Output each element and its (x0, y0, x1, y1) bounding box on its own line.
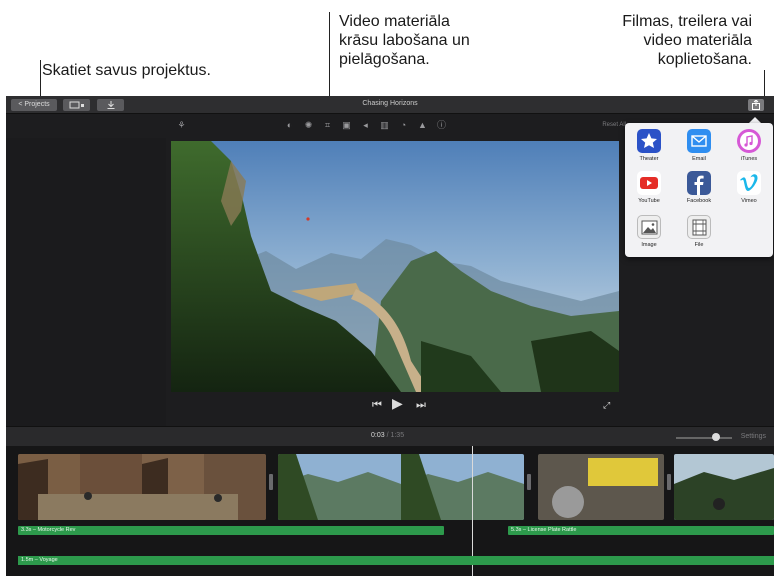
info-icon[interactable]: ⓘ (436, 120, 447, 131)
share-youtube[interactable]: YouTube (629, 171, 669, 204)
playback-controls: ⏮ ▶ ⏭ ⤢ (6, 394, 774, 416)
play-icon[interactable]: ▶ (392, 396, 403, 410)
audio-clip-bar[interactable]: 3.3s – Motorcycle Rev (18, 526, 444, 535)
share-label: Vimeo (741, 198, 757, 204)
file-icon (687, 215, 711, 239)
callout-share: Filmas, treilera vai video materiāla kop… (552, 12, 752, 69)
equalizer-icon[interactable]: ▥ (379, 120, 390, 131)
zoom-slider-knob[interactable] (712, 433, 720, 441)
share-popover: Theater Email iTunes YouTube Facebook Vi… (625, 123, 773, 257)
timecode: 0:03 / 1:35 (371, 432, 404, 439)
callout-projects-line (40, 60, 41, 97)
callout-share-line-3: koplietošana. (657, 51, 752, 68)
speed-icon[interactable]: ◔ (398, 120, 409, 131)
youtube-icon (637, 171, 661, 195)
callout-adjust-line-1: Video materiāla (339, 13, 450, 30)
image-icon (637, 215, 661, 239)
skip-back-icon[interactable]: ⏮ (372, 398, 382, 412)
clip-thumbnail (674, 454, 774, 520)
callout-projects: Skatiet savus projektus. (42, 61, 211, 80)
share-label: YouTube (638, 198, 660, 204)
settings-button[interactable]: Settings (741, 433, 766, 440)
share-file[interactable]: File (679, 215, 719, 248)
clip-trim-handle[interactable] (527, 474, 531, 490)
timeline[interactable]: 3.3s – Motorcycle Rev 5.3s – License Pla… (6, 446, 774, 576)
itunes-icon (737, 129, 761, 153)
share-email[interactable]: Email (679, 129, 719, 162)
share-label: Email (692, 156, 706, 162)
color-correction-icon[interactable]: ✺ (303, 120, 314, 131)
imovie-window: < Projects Chasing Horizons ⚘ ◐ ✺ ⌗ ▣ ◂ … (6, 96, 774, 576)
timeline-clip[interactable] (674, 454, 774, 520)
color-balance-icon[interactable]: ◐ (284, 120, 295, 131)
timeline-clip[interactable] (18, 454, 266, 520)
clip-trim-handle[interactable] (269, 474, 273, 490)
clip-thumbnail (18, 454, 266, 520)
share-label: iTunes (740, 156, 758, 162)
fullscreen-icon[interactable]: ⤢ (603, 398, 610, 412)
reset-all-button[interactable]: Reset All (602, 122, 626, 128)
clip-thumbnail (278, 454, 524, 520)
share-facebook[interactable]: Facebook (679, 171, 719, 204)
title-bar: < Projects Chasing Horizons (6, 96, 774, 114)
crop-icon[interactable]: ⌗ (322, 120, 333, 131)
share-vimeo[interactable]: Vimeo (729, 171, 769, 204)
callout-share-line-2: video materiāla (643, 32, 753, 49)
audio-clip-bar[interactable]: 5.3s – License Plate Rattle (508, 526, 774, 535)
background-music-bar[interactable]: 1.5m – Voyage (18, 556, 774, 565)
clip-trim-handle[interactable] (667, 474, 671, 490)
share-icon (752, 100, 760, 110)
callout-adjust: Video materiāla krāsu labošana un pielāg… (339, 12, 529, 69)
share-itunes[interactable]: iTunes (729, 129, 769, 162)
share-label: Facebook (686, 198, 712, 204)
share-image[interactable]: Image (629, 215, 669, 248)
total-duration: 1:35 (390, 432, 405, 439)
facebook-icon (687, 171, 711, 195)
timeline-clip[interactable] (278, 454, 524, 520)
callout-share-line-1: Filmas, treilera vai (622, 13, 752, 30)
share-button[interactable] (748, 99, 764, 111)
volume-icon[interactable]: ◂ (360, 120, 371, 131)
magic-wand-icon[interactable]: ⚘ (176, 120, 187, 131)
noise-reduction-icon[interactable]: ▲ (417, 120, 428, 131)
browser-pane (6, 138, 166, 428)
callout-adjust-line-3: pielāgošana. (339, 51, 430, 68)
callout-adjust-line-2: krāsu labošana un (339, 32, 470, 49)
current-time: 0:03 (371, 432, 385, 439)
timeline-clip[interactable] (538, 454, 664, 520)
page: Skatiet savus projektus. Video materiāla… (0, 0, 774, 576)
vimeo-icon (737, 171, 761, 195)
share-label: File (694, 242, 704, 248)
skip-forward-icon[interactable]: ⏭ (416, 398, 426, 412)
theater-icon (637, 129, 661, 153)
project-title: Chasing Horizons (362, 100, 418, 107)
email-icon (687, 129, 711, 153)
share-label: Image (641, 242, 657, 248)
zoom-slider-track[interactable] (676, 437, 732, 439)
video-viewer[interactable] (171, 141, 619, 392)
share-label: Theater (639, 156, 659, 162)
callout-projects-text: Skatiet savus projektus. (42, 62, 211, 79)
clip-thumbnail (538, 454, 664, 520)
timeline-header: 0:03 / 1:35 Settings (6, 426, 774, 446)
share-theater[interactable]: Theater (629, 129, 669, 162)
video-frame (171, 141, 619, 392)
stabilization-icon[interactable]: ▣ (341, 120, 352, 131)
